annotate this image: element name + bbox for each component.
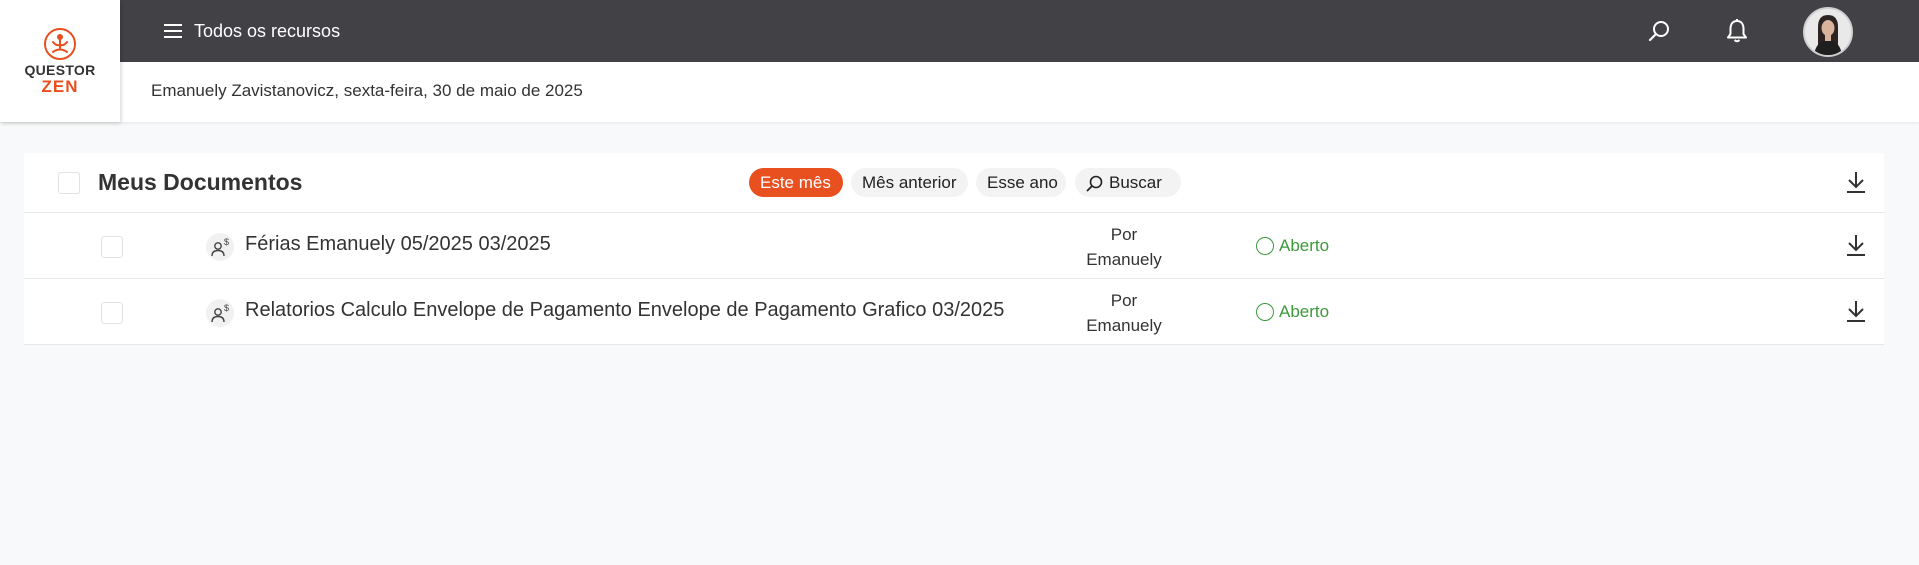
documents-panel-header: Meus Documentos Este mês Mês anterior Es… <box>24 153 1884 213</box>
table-row[interactable]: $ Férias Emanuely 05/2025 03/2025 Por Em… <box>24 213 1884 279</box>
status-open-icon <box>1256 303 1274 321</box>
status-label: Aberto <box>1279 236 1330 255</box>
status-label: Aberto <box>1279 302 1330 321</box>
row-checkbox[interactable] <box>101 302 123 324</box>
search-filter-label: Buscar <box>1109 173 1162 192</box>
all-features-label: Todos os recursos <box>194 20 341 41</box>
document-author: Por Emanuely <box>1084 222 1164 272</box>
author-name: Emanuely <box>1086 316 1162 335</box>
row-checkbox[interactable] <box>101 236 123 258</box>
sub-header: Emanuely Zavistanovicz, sexta-feira, 30 … <box>0 62 1919 122</box>
avatar-photo-icon <box>1805 9 1851 55</box>
meditation-logo-icon <box>44 28 76 60</box>
payroll-user-icon: $ <box>206 233 234 261</box>
user-avatar[interactable] <box>1803 7 1853 57</box>
author-name: Emanuely <box>1086 250 1162 269</box>
filter-this-month-chip[interactable]: Este mês <box>749 168 843 197</box>
page-title: Meus Documentos <box>98 169 303 195</box>
logo-brand-top: QUESTOR <box>24 62 96 78</box>
logo-brand-bottom: ZEN <box>41 77 79 96</box>
questor-zen-logo[interactable]: QUESTOR ZEN <box>0 0 120 122</box>
status-badge: Aberto <box>1256 236 1329 256</box>
select-all-checkbox[interactable] <box>58 172 80 194</box>
document-title[interactable]: Relatorios Calculo Envelope de Pagamento… <box>245 299 1004 322</box>
documents-panel: Meus Documentos Este mês Mês anterior Es… <box>24 153 1884 345</box>
status-badge: Aberto <box>1256 302 1329 322</box>
filter-previous-month-chip[interactable]: Mês anterior <box>851 168 968 197</box>
hamburger-icon <box>164 24 182 38</box>
download-icon <box>1847 172 1865 193</box>
search-icon <box>1648 21 1669 42</box>
row-download-button[interactable] <box>1843 232 1869 258</box>
filter-this-year-chip[interactable]: Esse ano <box>976 168 1066 197</box>
download-icon <box>1847 301 1865 322</box>
notifications-button[interactable] <box>1723 17 1751 45</box>
search-filter-chip[interactable]: Buscar <box>1075 168 1181 197</box>
search-button[interactable] <box>1646 17 1674 45</box>
document-title[interactable]: Férias Emanuely 05/2025 03/2025 <box>245 233 551 256</box>
top-bar: Todos os recursos <box>0 0 1919 62</box>
table-row[interactable]: $ Relatorios Calculo Envelope de Pagamen… <box>24 279 1884 345</box>
all-features-menu-button[interactable]: Todos os recursos <box>164 17 340 45</box>
document-author: Por Emanuely <box>1084 288 1164 338</box>
search-icon <box>1086 175 1103 192</box>
svg-text:$: $ <box>224 303 229 313</box>
bell-icon <box>1727 19 1747 43</box>
author-prefix: Por <box>1110 291 1138 310</box>
payroll-user-icon: $ <box>206 299 234 327</box>
user-greeting: Emanuely Zavistanovicz, sexta-feira, 30 … <box>151 81 583 100</box>
download-icon <box>1847 235 1865 256</box>
status-open-icon <box>1256 237 1274 255</box>
author-prefix: Por <box>1110 225 1138 244</box>
svg-text:$: $ <box>224 237 229 247</box>
row-download-button[interactable] <box>1843 298 1869 324</box>
download-all-button[interactable] <box>1843 169 1869 195</box>
